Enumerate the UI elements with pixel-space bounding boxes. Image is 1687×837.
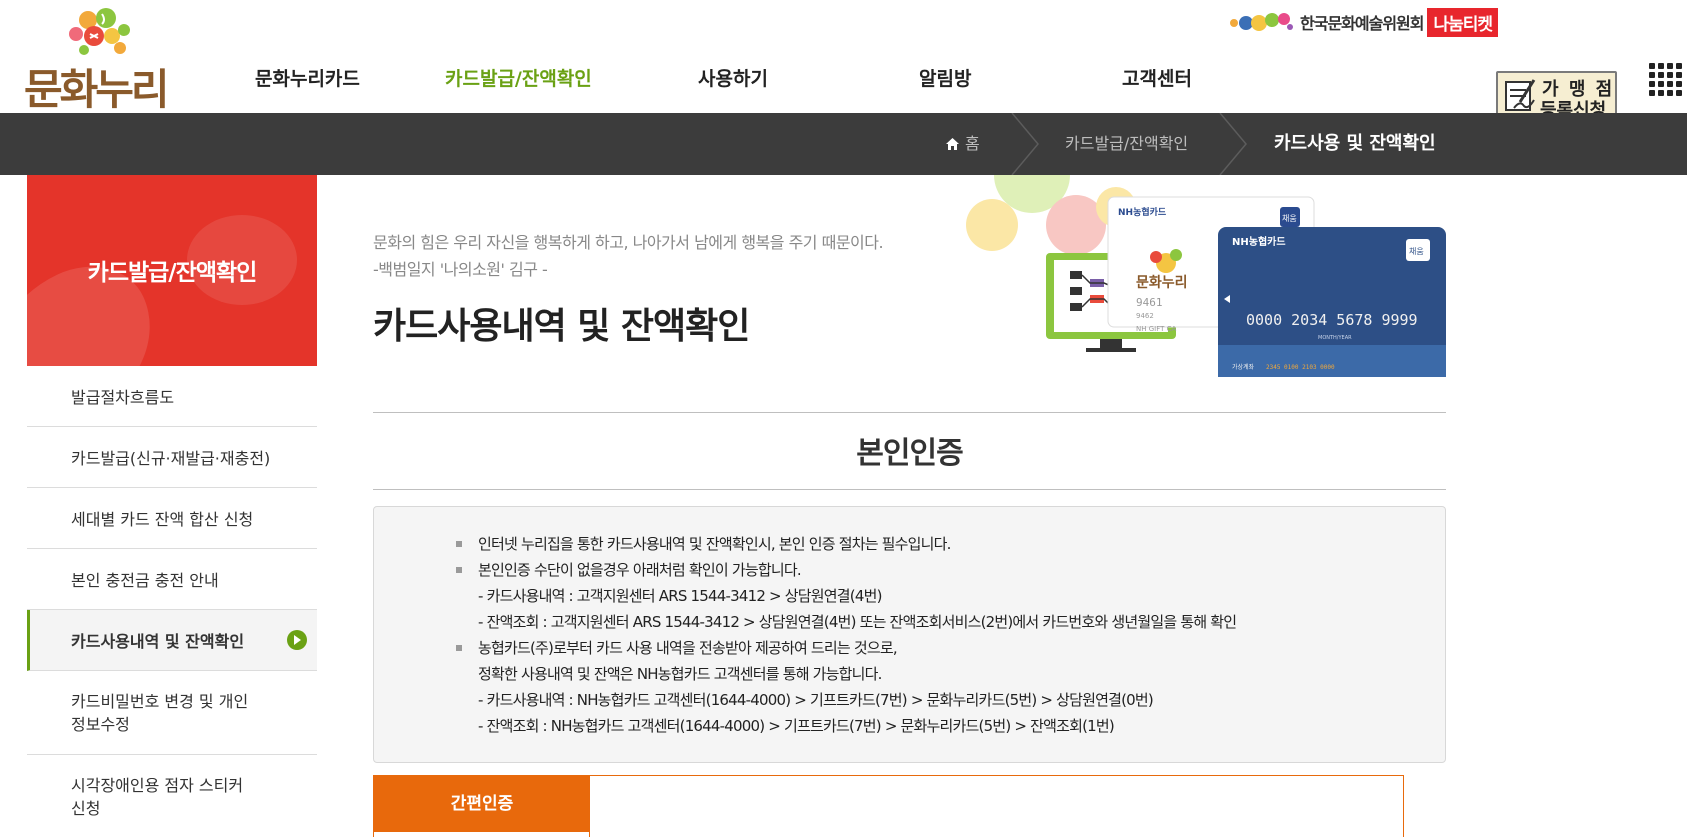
quote-author: -백범일지 '나의소원' 김구 - <box>373 260 548 279</box>
sidebar-item-label: 발급절차흐름도 <box>71 388 175 407</box>
sidebar-item-label: 본인 충전금 충전 안내 <box>71 571 219 590</box>
sidebar-item-label: 세대별 카드 잔액 합산 신청 <box>71 510 254 529</box>
card-front-brand: NH농협카드 <box>1232 235 1286 248</box>
lnb-arrow-icon <box>287 630 307 650</box>
sidebar-item-usage-balance[interactable]: 카드사용내역 및 잔액확인 <box>27 610 317 671</box>
card-back-subnumber: 9462 <box>1136 312 1154 320</box>
info-line: 인터넷 누리집을 통한 카드사용내역 및 잔액확인시, 본인 인증 절차는 필수… <box>456 535 951 553</box>
site-logo[interactable]: 문화누리 <box>24 8 174 114</box>
merchant-sign-icon <box>1505 79 1536 111</box>
breadcrumb-current: 카드사용 및 잔액확인 <box>1274 133 1436 154</box>
section-title-authentication: 본인인증 <box>856 436 963 471</box>
sidebar-item-label: 신청 <box>71 799 101 818</box>
card-back-number: 9461 <box>1136 296 1163 309</box>
card-back-brand: NH농협카드 <box>1118 206 1167 218</box>
card-back-gift-label: NH GIFT CA <box>1136 325 1177 333</box>
sidebar-item-braille-sticker[interactable]: 시각장애인용 점자 스티커 신청 <box>27 755 317 837</box>
info-line: - 잔액조회 : NH농협카드 고객센터(1644-4000) > 기프트카드(… <box>478 717 1115 735</box>
breadcrumb: 홈 카드발급/잔액확인 카드사용 및 잔액확인 <box>0 113 1687 175</box>
sidebar-item-password-change[interactable]: 카드비밀번호 변경 및 개인 정보수정 <box>27 671 317 755</box>
sidebar-title: 카드발급/잔액확인 <box>87 260 258 286</box>
logo-text: 문화누리 <box>24 65 170 114</box>
merchant-register-button[interactable]: 가 맹 점 등록신청 <box>1496 71 1617 121</box>
info-line: 본인인증 수단이 없을경우 아래처럼 확인이 가능합니다. <box>456 561 802 579</box>
card-illustration: NH농협카드 채움 문화누리 9461 9462 NH GIFT CA NH농협… <box>966 175 1446 377</box>
gnb-item-how-to-use[interactable]: 사용하기 <box>698 64 768 91</box>
sidebar-item-label: 시각장애인용 점자 스티커 <box>71 776 244 795</box>
info-line: 정확한 사용내역 및 잔액은 NH농협카드 고객센터를 통해 가능합니다. <box>478 665 882 683</box>
nanum-ticket-badge[interactable]: 나눔티켓 <box>1427 7 1499 37</box>
sidebar: 카드발급/잔액확인 발급절차흐름도 카드발급(신규·재발급·재충전) 세대별 카… <box>27 175 317 837</box>
gnb-item-customer-center[interactable]: 고객센터 <box>1122 64 1192 91</box>
card-front-account: 2345 0100 2103 0000 <box>1266 364 1335 371</box>
info-line: - 잔액조회 : 고객지원센터 ARS 1544-3412 > 상담원연결(4번… <box>478 613 1237 631</box>
sidebar-item-self-charge[interactable]: 본인 충전금 충전 안내 <box>27 549 317 610</box>
sidebar-item-issue-flow[interactable]: 발급절차흐름도 <box>27 366 317 427</box>
sidebar-item-label: 카드발급(신규·재발급·재충전) <box>71 449 271 468</box>
card-front-chip: 채움 <box>1409 246 1424 256</box>
breadcrumb-level1[interactable]: 카드발급/잔액확인 <box>1065 113 1188 175</box>
sidebar-item-household-merge[interactable]: 세대별 카드 잔액 합산 신청 <box>27 488 317 549</box>
sidebar-item-label: 정보수정 <box>71 714 130 734</box>
breadcrumb-home-label: 홈 <box>965 134 980 153</box>
section-divider <box>373 412 1446 413</box>
info-line: - 카드사용내역 : 고객지원센터 ARS 1544-3412 > 상담원연결(… <box>478 587 882 605</box>
card-back-chip: 채움 <box>1282 213 1297 223</box>
gnb-item-card-issue-balance[interactable]: 카드발급/잔액확인 <box>445 64 592 91</box>
all-menu-icon[interactable] <box>1649 63 1683 96</box>
gnb-item-culture-card[interactable]: 문화누리카드 <box>255 64 360 91</box>
authentication-info-box: 인터넷 누리집을 통한 카드사용내역 및 잔액확인시, 본인 인증 절차는 필수… <box>373 506 1446 763</box>
tab-simple-authentication[interactable]: 간편인증 <box>374 776 590 832</box>
home-icon <box>946 138 959 150</box>
page-title: 카드사용내역 및 잔액확인 <box>373 306 750 347</box>
breadcrumb-separator <box>1219 113 1247 175</box>
site-header: 문화누리 문화누리카드 카드발급/잔액확인 사용하기 알림방 고객센터 한국문화… <box>0 0 1687 121</box>
header-visual-illustration: NH농협카드 채움 문화누리 9461 9462 NH GIFT CA NH농협… <box>960 175 1446 377</box>
card-front-month-year: MONTH/YEAR <box>1318 335 1352 341</box>
sidebar-menu: 발급절차흐름도 카드발급(신규·재발급·재충전) 세대별 카드 잔액 합산 신청… <box>27 366 317 837</box>
sidebar-header: 카드발급/잔액확인 <box>27 175 317 366</box>
breadcrumb-home[interactable]: 홈 <box>946 113 980 175</box>
breadcrumb-separator <box>1011 113 1039 175</box>
logo-flower-icon <box>69 8 130 55</box>
arts-council-logo-icon <box>1230 13 1293 31</box>
sidebar-item-label: 카드사용내역 및 잔액확인 <box>71 632 245 651</box>
sidebar-item-card-issue[interactable]: 카드발급(신규·재발급·재충전) <box>27 427 317 488</box>
info-line: - 카드사용내역 : NH농협카드 고객센터(1644-4000) > 기프트카… <box>478 691 1154 709</box>
card-front-account-label: 가상계좌 <box>1232 363 1255 371</box>
arts-council-banner[interactable]: 한국문화예술위원회 나눔티켓 <box>1226 6 1499 38</box>
gnb-item-notice[interactable]: 알림방 <box>919 64 971 91</box>
info-line: 농협카드(주)로부터 카드 사용 내역을 전송받아 제공하여 드리는 것으로, <box>456 639 898 657</box>
card-front-number: 0000 2034 5678 9999 <box>1246 311 1418 329</box>
section-divider <box>373 489 1446 490</box>
card-back-name: 문화누리 <box>1136 275 1188 291</box>
authentication-tabs: 간편인증 <box>373 775 1404 837</box>
arts-council-name: 한국문화예술위원회 <box>1300 14 1424 33</box>
tab-underline <box>374 832 590 837</box>
quote-text: 문화의 힘은 우리 자신을 행복하게 하고, 나아가서 남에게 행복을 주기 때… <box>373 233 884 252</box>
sidebar-item-label: 카드비밀번호 변경 및 개인 <box>71 691 249 711</box>
